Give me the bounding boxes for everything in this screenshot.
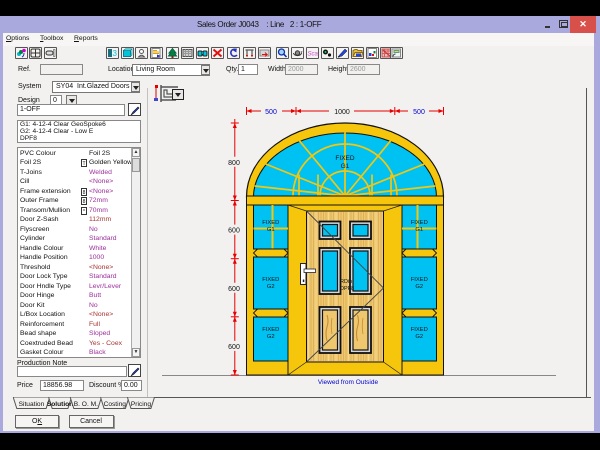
- svg-text:FIXED: FIXED: [411, 220, 428, 226]
- svg-text:3: 3: [113, 49, 118, 58]
- svg-text:G2: G2: [267, 334, 275, 340]
- svg-text:1000: 1000: [334, 109, 350, 116]
- svg-text:600: 600: [228, 228, 240, 235]
- svg-text:Costing: Costing: [104, 401, 127, 408]
- svg-text:B. O. M.: B. O. M.: [74, 401, 98, 408]
- svg-text:G1: G1: [267, 227, 275, 233]
- svg-text:FIXED: FIXED: [335, 155, 354, 162]
- svg-text:Solution: Solution: [47, 401, 73, 408]
- svg-text:FIXED: FIXED: [262, 327, 279, 333]
- svg-text:G2: G2: [267, 284, 275, 290]
- svg-text:Viewed from Outside: Viewed from Outside: [318, 379, 379, 386]
- svg-text:RDin: RDin: [340, 279, 352, 285]
- svg-text:G2: G2: [415, 334, 423, 340]
- svg-text:500: 500: [265, 109, 277, 116]
- svg-text:800: 800: [228, 160, 240, 167]
- svg-text:G1: G1: [415, 227, 423, 233]
- svg-text:G2: G2: [415, 284, 423, 290]
- svg-text:G1: G1: [341, 163, 350, 170]
- svg-text:Situation: Situation: [19, 401, 45, 408]
- svg-text:600: 600: [228, 344, 240, 351]
- svg-text:600: 600: [228, 286, 240, 293]
- svg-text:FIXED: FIXED: [411, 327, 428, 333]
- svg-text:500: 500: [413, 109, 425, 116]
- svg-text:FIXED: FIXED: [262, 220, 279, 226]
- svg-text:FIXED: FIXED: [411, 277, 428, 283]
- svg-text:Scale: Scale: [307, 52, 318, 58]
- svg-text:Pricing: Pricing: [131, 401, 151, 408]
- svg-text:FIXED: FIXED: [262, 277, 279, 283]
- svg-text:DPF8: DPF8: [340, 286, 354, 292]
